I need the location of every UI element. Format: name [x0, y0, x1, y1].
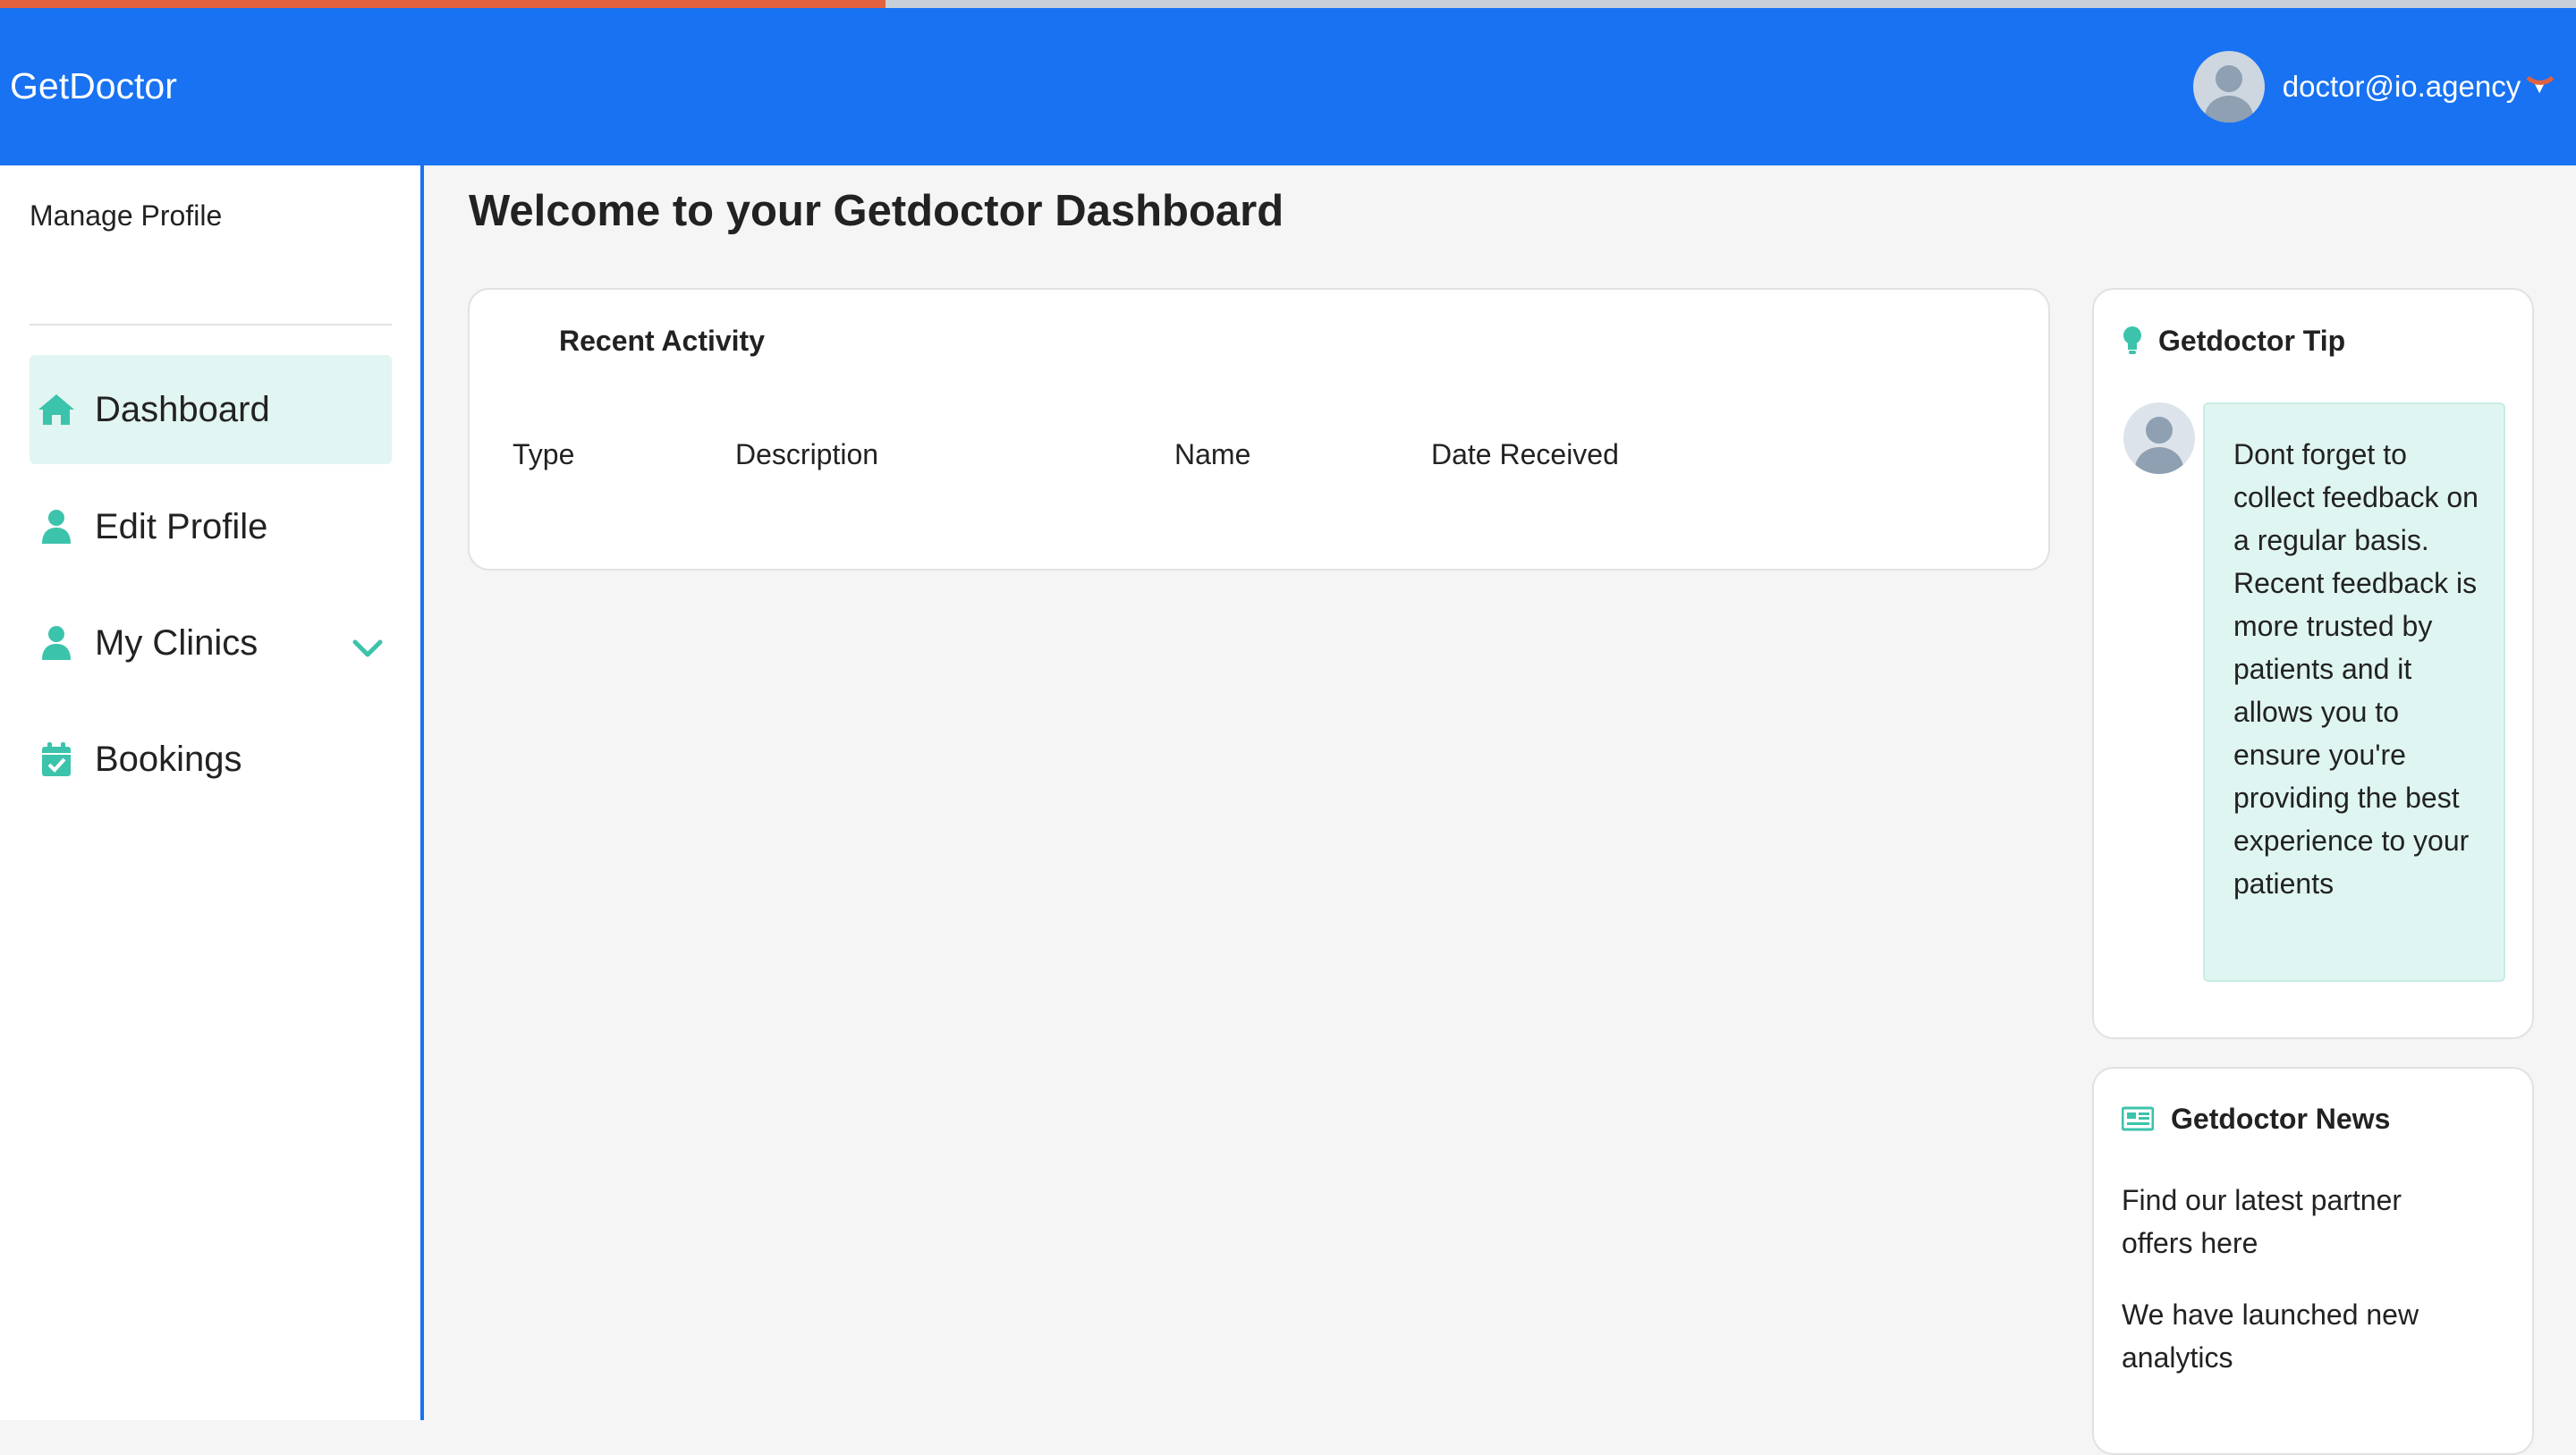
tip-text: Dont forget to collect feedback on a reg… [2233, 438, 2479, 900]
calendar-check-icon [34, 741, 79, 777]
tip-bubble: Dont forget to collect feedback on a reg… [2203, 402, 2505, 982]
news-item-analytics[interactable]: We have launched new analytics [2122, 1293, 2479, 1379]
column-header-type: Type [513, 438, 575, 470]
loading-spinner-icon [2521, 46, 2560, 85]
sidebar-item-label: Dashboard [95, 389, 270, 429]
avatar-person-icon [2204, 65, 2253, 123]
avatar[interactable] [2192, 51, 2265, 123]
column-header-date-received: Date Received [1431, 438, 1619, 470]
sidebar-item-edit-profile[interactable]: Edit Profile [30, 472, 392, 581]
loading-progress-bar [0, 0, 886, 8]
sidebar-item-label: Edit Profile [95, 506, 268, 546]
manage-profile-heading: Manage Profile [30, 199, 223, 232]
column-header-name: Name [1174, 438, 1251, 470]
top-navbar: GetDoctor doctor@io.agency ▼ [0, 8, 2576, 165]
sidebar: Manage Profile Dashboard Edit Profile My… [0, 165, 424, 1420]
page-title: Welcome to your Getdoctor Dashboard [469, 187, 1284, 235]
newspaper-icon [2121, 1106, 2155, 1136]
user-icon [34, 625, 79, 661]
news-item-partner-offers[interactable]: Find our latest partner offers here [2122, 1179, 2479, 1265]
avatar [2123, 402, 2195, 474]
sidebar-item-my-clinics[interactable]: My Clinics [30, 588, 392, 698]
sidebar-item-dashboard[interactable]: Dashboard [30, 355, 392, 464]
sidebar-item-label: Bookings [95, 739, 242, 779]
recent-activity-title: Recent Activity [559, 325, 765, 357]
home-icon [34, 393, 79, 427]
tip-title: Getdoctor Tip [2158, 325, 2346, 357]
news-title: Getdoctor News [2171, 1103, 2391, 1135]
lightbulb-icon [2122, 326, 2143, 360]
column-header-description: Description [735, 438, 879, 470]
user-email[interactable]: doctor@io.agency [2283, 70, 2521, 104]
user-icon [34, 509, 79, 545]
user-menu[interactable]: doctor@io.agency ▼ [2192, 51, 2549, 123]
sidebar-item-bookings[interactable]: Bookings [30, 705, 392, 814]
brand-logo[interactable]: GetDoctor [10, 63, 177, 108]
sidebar-item-label: My Clinics [95, 622, 258, 663]
avatar-person-icon [2135, 417, 2183, 474]
sidebar-divider [30, 324, 392, 326]
chevron-down-icon[interactable] [352, 628, 383, 668]
